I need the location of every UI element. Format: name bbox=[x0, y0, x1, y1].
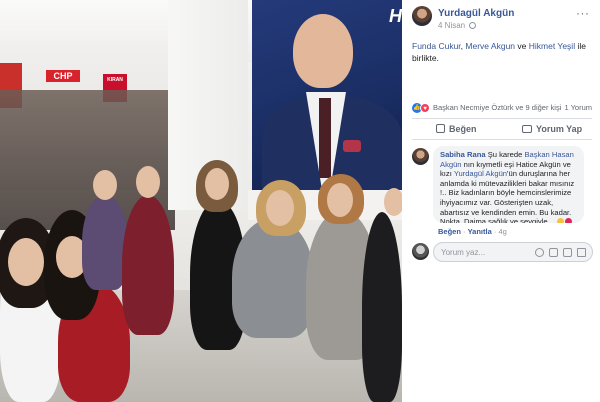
gif-icon[interactable] bbox=[563, 248, 572, 257]
divider-top bbox=[412, 118, 592, 119]
poster-letter: H bbox=[389, 6, 402, 26]
more-icon[interactable]: ··· bbox=[576, 6, 590, 20]
comment-actions: Beğen · Yanıtla · 4g bbox=[438, 227, 507, 236]
person-7-face bbox=[327, 183, 353, 217]
comment-bubble: Sabiha Rana Şu karede Başkan Hasan Akgün… bbox=[433, 146, 584, 223]
author-avatar[interactable] bbox=[412, 6, 432, 26]
tag-merve[interactable]: Merve Akgun bbox=[465, 41, 515, 51]
post-time[interactable]: 4 Nisan bbox=[438, 21, 465, 30]
person-8-face bbox=[384, 188, 402, 216]
comment-author[interactable]: Sabiha Rana bbox=[440, 150, 486, 159]
thumb-icon bbox=[436, 124, 445, 133]
person-4 bbox=[122, 195, 174, 335]
person-5-face bbox=[205, 168, 229, 200]
poster-tie bbox=[319, 98, 331, 178]
comment-reply-link[interactable]: Yanıtla bbox=[468, 227, 492, 236]
post-photo[interactable]: CHP KIRAN H bbox=[0, 0, 402, 402]
divider-bottom bbox=[412, 139, 592, 140]
person-3-face bbox=[93, 170, 117, 200]
love-reaction-icon: ♥ bbox=[420, 103, 430, 113]
person-6 bbox=[232, 218, 314, 338]
comment-count[interactable]: 1 Yorum bbox=[564, 103, 592, 112]
comment-input[interactable]: Yorum yaz... bbox=[433, 242, 593, 262]
post-text: Funda Cukur, Merve Akgun ve Hikmet Yeşil… bbox=[412, 41, 586, 63]
viewer-avatar bbox=[412, 243, 429, 260]
post-author[interactable]: Yurdagül Akgün bbox=[438, 8, 514, 19]
post-panel: Yurdagül Akgün 4 Nisan ··· Funda Cukur, … bbox=[402, 0, 600, 402]
comment-age[interactable]: 4g bbox=[498, 227, 506, 236]
comment-tag-yurdagul[interactable]: Yurdagül Akgün bbox=[454, 169, 507, 178]
smile-emoji-icon bbox=[557, 218, 565, 223]
comment-like-link[interactable]: Beğen bbox=[438, 227, 461, 236]
reactions-bar[interactable]: 👍 ♥ Başkan Necmiye Öztürk ve 9 diğer kiş… bbox=[412, 102, 592, 114]
post-time-row: 4 Nisan bbox=[438, 21, 477, 30]
commenter-avatar[interactable] bbox=[412, 148, 429, 165]
camera-icon[interactable] bbox=[549, 248, 558, 257]
globe-icon bbox=[469, 22, 477, 29]
chp-logo: CHP bbox=[46, 70, 80, 82]
comment-input-placeholder: Yorum yaz... bbox=[441, 248, 486, 257]
tag-funda[interactable]: Funda Cukur bbox=[412, 41, 461, 51]
person-4-face bbox=[136, 166, 160, 198]
reactors-text[interactable]: Başkan Necmiye Öztürk ve 9 diğer kişi bbox=[433, 103, 561, 112]
person-6-face bbox=[266, 190, 294, 226]
person-8 bbox=[362, 212, 402, 402]
like-button[interactable]: Beğen bbox=[436, 124, 477, 134]
poster-face bbox=[293, 14, 353, 88]
poster-pocket-square bbox=[343, 140, 361, 152]
sticker-icon[interactable] bbox=[577, 248, 586, 257]
person-1-face bbox=[8, 238, 44, 286]
comment-button[interactable]: Yorum Yap bbox=[522, 124, 582, 134]
emoji-icon[interactable] bbox=[535, 248, 544, 257]
tag-hikmet[interactable]: Hikmet Yeşil bbox=[529, 41, 575, 51]
comment-bubble-icon bbox=[522, 125, 532, 133]
heart-emoji-icon bbox=[565, 218, 573, 223]
